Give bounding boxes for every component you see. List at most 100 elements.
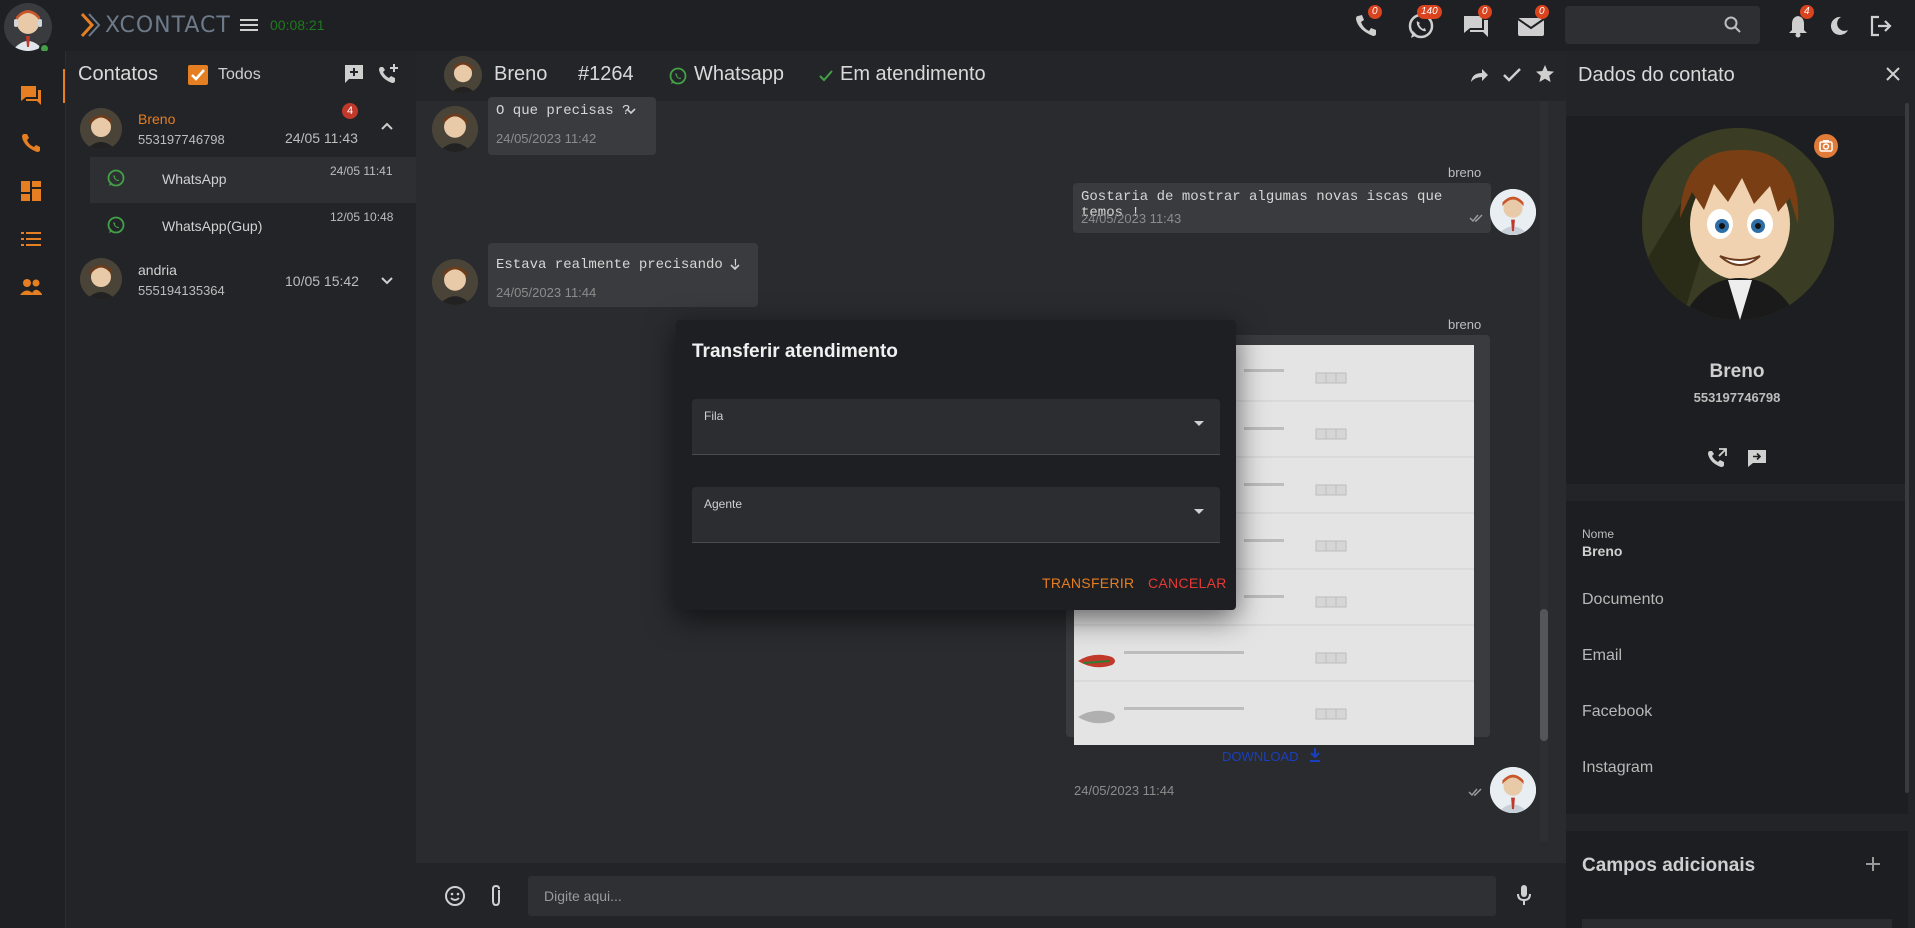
channel-label: WhatsApp: [162, 171, 227, 187]
message-text: O que precisas ?: [496, 103, 631, 119]
ticket-number: #1264: [578, 63, 634, 85]
message-bubble-outgoing: Gostaria de mostrar algumas novas iscas …: [1073, 183, 1491, 233]
message-bubble-incoming: O que precisas ? 24/05/2023 11:42: [488, 97, 656, 155]
contact-phone: 553197746798: [138, 132, 225, 147]
contacts-title: Contatos: [78, 63, 159, 85]
nav-chat-icon[interactable]: [19, 83, 43, 107]
dialog-title: Transferir atendimento: [692, 341, 898, 362]
chat-queue-icon[interactable]: 0: [1460, 5, 1492, 42]
whatsapp-icon: [669, 67, 687, 85]
chat-contact-avatar: [444, 56, 482, 94]
contact-name: Breno: [138, 111, 176, 127]
message-bubble-incoming: Estava realmente precisando ! 24/05/2023…: [488, 243, 758, 307]
field-name-value[interactable]: Breno: [1582, 543, 1622, 559]
profile-card: Breno 553197746798: [1566, 116, 1908, 484]
star-icon[interactable]: [1534, 63, 1556, 85]
contact-time: 24/05 11:43: [285, 130, 358, 146]
active-nav-indicator: [63, 69, 65, 103]
channel-item-whatsapp[interactable]: WhatsApp 24/05 11:41: [90, 157, 416, 203]
search-input[interactable]: [1565, 6, 1760, 44]
contact-item-andria[interactable]: andria 555194135364 10/05 15:42: [66, 253, 416, 305]
chevron-up-icon[interactable]: [380, 121, 394, 131]
nav-list-icon[interactable]: [19, 227, 43, 251]
dark-mode-toggle-icon[interactable]: [1826, 13, 1852, 39]
unread-badge: 4: [342, 103, 358, 119]
message-menu-chevron-icon[interactable]: [626, 107, 636, 115]
message-avatar: [432, 106, 478, 152]
add-field-plus-icon[interactable]: [1864, 855, 1882, 873]
new-call-icon[interactable]: [376, 62, 400, 86]
message-composer: Digite aqui...: [416, 863, 1566, 928]
contact-item-breno[interactable]: Breno 553197746798 4 24/05 11:43: [66, 103, 416, 155]
transfer-button[interactable]: TRANSFERIR: [1042, 575, 1134, 591]
notifications-badge: 4: [1800, 5, 1814, 19]
nav-contacts-icon[interactable]: [19, 275, 43, 299]
channel-time: 24/05 11:41: [330, 164, 393, 178]
search-icon: [1724, 16, 1741, 33]
logo-text: XCONTACT: [105, 12, 231, 38]
message-time: 24/05/2023 11:43: [1081, 211, 1182, 226]
chat-scrollbar-thumb[interactable]: [1540, 609, 1548, 741]
channel-time: 12/05 10:48: [330, 210, 394, 224]
download-link[interactable]: DOWNLOAD: [1222, 749, 1299, 764]
message-avatar: [432, 259, 478, 305]
phone-badge: 0: [1368, 5, 1382, 19]
field-facebook[interactable]: Facebook: [1582, 703, 1652, 721]
field-name-label: Nome: [1582, 527, 1615, 541]
logout-icon[interactable]: [1868, 13, 1894, 39]
notifications-bell-icon[interactable]: 4: [1784, 5, 1814, 40]
message-input-placeholder: Digite aqui...: [544, 888, 622, 904]
right-panel-scrollbar[interactable]: [1905, 103, 1909, 793]
transfer-forward-icon[interactable]: [1468, 65, 1490, 85]
additional-fields-title: Campos adicionais: [1582, 855, 1756, 876]
phone-queue-icon[interactable]: 0: [1350, 5, 1382, 42]
change-photo-camera-icon[interactable]: [1814, 134, 1838, 158]
double-check-icon: [1468, 788, 1482, 797]
whatsapp-icon: [107, 169, 125, 187]
whatsapp-icon: [107, 216, 125, 234]
message-sender: breno: [1448, 165, 1482, 180]
cancel-button[interactable]: CANCELAR: [1148, 575, 1227, 591]
contact-avatar: [80, 258, 122, 300]
whatsapp-badge: 140: [1417, 5, 1442, 19]
nav-dashboard-icon[interactable]: [19, 179, 43, 203]
new-chat-icon[interactable]: [342, 62, 366, 86]
emoji-icon[interactable]: [444, 885, 466, 907]
message-input[interactable]: Digite aqui...: [528, 876, 1496, 916]
field-documento[interactable]: Documento: [1582, 591, 1664, 609]
chat-badge: 0: [1478, 5, 1492, 19]
dropdown-arrow-icon: [1194, 509, 1204, 514]
field-instagram[interactable]: Instagram: [1582, 759, 1653, 777]
contact-phone: 555194135364: [138, 283, 225, 298]
double-check-icon: [1469, 214, 1483, 223]
channel-item-whatsapp-gup[interactable]: WhatsApp(Gup) 12/05 10:48: [90, 203, 416, 249]
dropdown-arrow-icon: [1194, 421, 1204, 426]
chat-contact-name: Breno: [494, 63, 548, 85]
contact-time: 10/05 15:42: [285, 273, 359, 289]
agent-message-avatar: [1490, 767, 1536, 813]
contact-details-title: Dados do contato: [1578, 64, 1735, 86]
download-icon[interactable]: [1308, 747, 1322, 763]
hamburger-menu-icon[interactable]: [240, 17, 258, 33]
whatsapp-queue-icon[interactable]: 140: [1405, 5, 1442, 42]
call-contact-icon[interactable]: [1706, 447, 1728, 469]
session-timer: 00:08:21: [270, 17, 325, 33]
check-icon: [819, 70, 833, 82]
logo-mark-icon: [80, 12, 101, 38]
finish-check-icon[interactable]: [1502, 66, 1522, 84]
nav-phone-icon[interactable]: [19, 131, 43, 155]
app-logo: XCONTACT: [80, 12, 231, 38]
chevron-down-icon[interactable]: [380, 276, 394, 286]
microphone-icon[interactable]: [1516, 883, 1532, 907]
message-menu-chevron-icon[interactable]: [730, 263, 740, 271]
close-icon[interactable]: [1884, 65, 1902, 83]
attach-paperclip-icon[interactable]: [488, 884, 504, 908]
field-email[interactable]: Email: [1582, 647, 1622, 665]
message-contact-icon[interactable]: [1746, 447, 1768, 469]
email-queue-icon[interactable]: 0: [1515, 5, 1549, 42]
filter-all-checkbox[interactable]: [188, 65, 208, 85]
left-navigation: [0, 51, 66, 928]
agent-select[interactable]: Agente: [692, 487, 1220, 543]
channel-name: Whatsapp: [694, 63, 785, 85]
queue-select[interactable]: Fila: [692, 399, 1220, 455]
